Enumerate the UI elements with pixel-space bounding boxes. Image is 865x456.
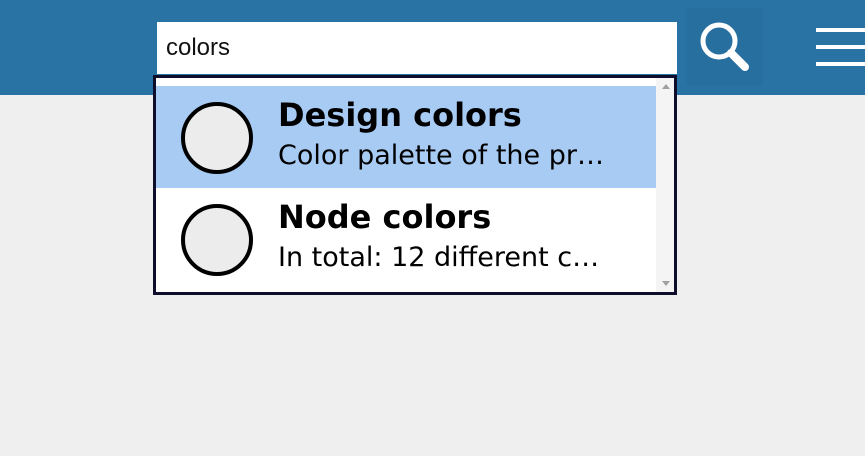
search-button[interactable]	[686, 8, 763, 86]
scroll-up-arrow-icon[interactable]	[662, 84, 670, 89]
circle-thumbnail-icon	[181, 204, 253, 276]
circle-thumbnail-icon	[181, 102, 253, 174]
suggestion-description: Color palette of the pr…	[278, 140, 604, 171]
search-input[interactable]	[157, 22, 677, 74]
scroll-down-arrow-icon[interactable]	[662, 281, 670, 286]
suggestions-scrollbar[interactable]	[656, 78, 674, 292]
search-suggestions: Design colors Color palette of the pr… N…	[153, 75, 677, 295]
menu-icon-bar	[816, 62, 865, 66]
menu-icon-bar	[816, 45, 865, 49]
suggestion-description: In total: 12 different c…	[278, 242, 600, 273]
suggestion-title: Design colors	[278, 96, 522, 134]
suggestion-item-node-colors[interactable]: Node colors In total: 12 different c…	[156, 188, 656, 290]
menu-icon-bar	[816, 28, 865, 32]
suggestion-item-design-colors[interactable]: Design colors Color palette of the pr…	[156, 86, 656, 188]
suggestion-title: Node colors	[278, 198, 492, 236]
search-icon	[700, 22, 749, 71]
menu-button[interactable]	[810, 24, 865, 70]
